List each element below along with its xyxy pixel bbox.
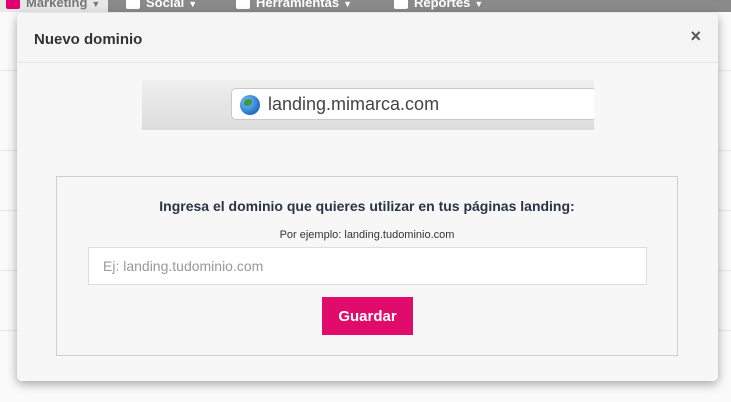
chat-icon — [126, 0, 140, 9]
close-button[interactable]: × — [690, 26, 701, 47]
example-url: landing.mimarca.com — [268, 94, 440, 114]
bar-chart-icon — [394, 0, 408, 9]
nav-item-marketing[interactable]: Marketing ▼ — [0, 0, 109, 12]
new-domain-dialog: Nuevo dominio × landing.mimarca.com Ingr… — [17, 13, 718, 381]
caret-down-icon: ▼ — [474, 0, 484, 9]
globe-icon — [240, 95, 260, 115]
dialog-title: Nuevo dominio — [34, 31, 143, 48]
wrench-icon — [236, 0, 250, 9]
nav-item-label: Herramientas — [256, 0, 340, 10]
browser-address-illustration: landing.mimarca.com — [142, 80, 594, 130]
nav-item-herramientas[interactable]: Herramientas ▼ — [236, 0, 352, 12]
save-button[interactable]: Guardar — [322, 297, 413, 335]
dialog-body: landing.mimarca.com Ingresa el dominio q… — [17, 63, 718, 381]
nav-item-label: Social — [146, 0, 185, 10]
caret-down-icon: ▼ — [343, 0, 353, 9]
domain-input[interactable] — [88, 247, 647, 285]
caret-down-icon: ▼ — [188, 0, 198, 9]
address-bar: landing.mimarca.com — [231, 88, 594, 120]
list-icon — [6, 0, 20, 9]
nav-item-reportes[interactable]: Reportes ▼ — [394, 0, 483, 12]
form-example: Por ejemplo: landing.tudominio.com — [279, 229, 455, 241]
nav-item-social[interactable]: Social ▼ — [126, 0, 197, 12]
dialog-header: Nuevo dominio × — [17, 13, 718, 63]
form-heading: Ingresa el dominio que quieres utilizar … — [159, 198, 575, 214]
caret-down-icon: ▼ — [91, 0, 101, 9]
domain-form-panel: Ingresa el dominio que quieres utilizar … — [56, 176, 678, 356]
nav-item-label: Reportes — [414, 0, 471, 10]
nav-item-label: Marketing — [26, 0, 88, 10]
top-navigation: Marketing ▼ Social ▼ Herramientas ▼ Reporte… — [0, 0, 731, 12]
